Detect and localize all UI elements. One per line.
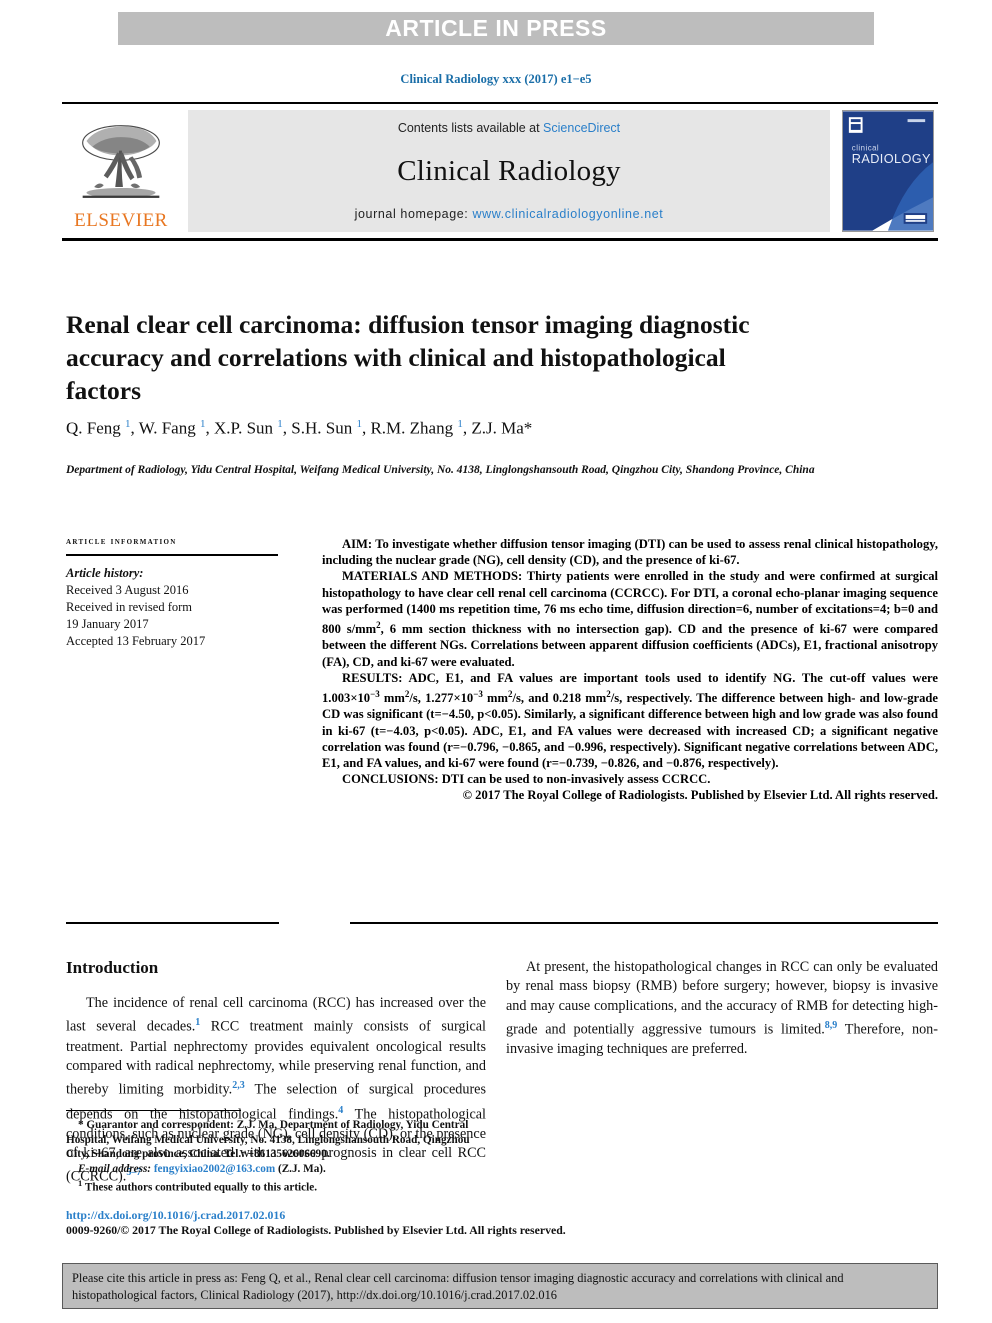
article-history-item: Received in revised form [66, 600, 192, 614]
journal-homepage-link[interactable]: www.clinicalradiologyonline.net [472, 207, 663, 221]
journal-cover-image: clinical RADIOLOGY [842, 110, 934, 232]
citation-notice-text: Please cite this article in press as: Fe… [72, 1271, 844, 1302]
homepage-prefix: journal homepage: [354, 207, 473, 221]
article-information-divider [66, 554, 278, 556]
footnote-divider [66, 1110, 241, 1111]
journal-masthead: ELSEVIER Contents lists available at Sci… [62, 102, 938, 241]
doi-block: http://dx.doi.org/10.1016/j.crad.2017.02… [66, 1208, 666, 1238]
sciencedirect-link[interactable]: ScienceDirect [543, 121, 620, 135]
abstract-materials-and-methods: MATERIALS AND METHODS: Thirty patients w… [322, 569, 939, 669]
elsevier-wordmark: ELSEVIER [74, 210, 168, 231]
issn-copyright-line: 0009-9260/© 2017 The Royal College of Ra… [66, 1223, 566, 1237]
article-history-item: 19 January 2017 [66, 617, 149, 631]
article-title: Renal clear cell carcinoma: diffusion te… [66, 310, 750, 406]
footnote-marker: 1 [78, 1178, 83, 1189]
journal-cover-thumbnail: clinical RADIOLOGY [838, 110, 938, 232]
column-divider-left [66, 922, 279, 924]
introduction-paragraph-2: At present, the histopathological change… [506, 959, 938, 1058]
running-head: Clinical Radiology xxx (2017) e1−e5 [400, 72, 592, 86]
article-in-press-label: ARTICLE IN PRESS [385, 15, 607, 41]
article-history-item: Received 3 August 2016 [66, 583, 189, 597]
masthead-center-panel: Contents lists available at ScienceDirec… [188, 110, 830, 232]
article-in-press-banner: ARTICLE IN PRESS [118, 12, 874, 45]
footnote-guarantor: * Guarantor and correspondent: Z.J. Ma, … [66, 1119, 470, 1161]
abstract-section: article information Article history: Rec… [66, 536, 938, 816]
column-divider-right [350, 922, 938, 924]
abstract-text-column: AIM: To investigate whether diffusion te… [314, 536, 938, 816]
article-information-heading: article information [66, 536, 177, 547]
journal-name: Clinical Radiology [397, 154, 621, 187]
article-history-label: Article history: [66, 566, 144, 580]
abstract-copyright: © 2017 The Royal College of Radiologists… [462, 788, 938, 803]
abstract-conclusions: CONCLUSIONS: DTI can be used to non-inva… [342, 772, 711, 787]
footnote-email: E-mail address: fengyixiao2002@163.com (… [66, 1162, 490, 1177]
doi-link[interactable]: http://dx.doi.org/10.1016/j.crad.2017.02… [66, 1208, 666, 1223]
author-list: Q. Feng 1, W. Fang 1, X.P. Sun 1, S.H. S… [66, 418, 533, 438]
footnotes-block: * Guarantor and correspondent: Z.J. Ma, … [66, 1118, 490, 1196]
footnote-equal-contribution: 1 These authors contributed equally to t… [66, 1176, 490, 1195]
footnote-email-label: E-mail address: [78, 1162, 152, 1175]
abstract-aim: AIM: To investigate whether diffusion te… [322, 537, 938, 568]
footnote-email-link[interactable]: fengyixiao2002@163.com [154, 1163, 275, 1175]
citation-notice-box: Please cite this article in press as: Fe… [62, 1263, 938, 1309]
introduction-heading: Introduction [66, 958, 159, 977]
elsevier-logo: ELSEVIER [62, 110, 180, 232]
contents-prefix: Contents lists available at [397, 121, 544, 135]
contents-line: Contents lists available at ScienceDirec… [398, 121, 620, 135]
elsevier-tree-icon [82, 125, 160, 198]
abstract-results: RESULTS: ADC, E1, and FA values are impo… [322, 670, 938, 771]
body-column-right: At present, the histopathological change… [506, 958, 938, 1060]
footnote-equal-contribution-text: These authors contributed equally to thi… [84, 1182, 317, 1195]
svg-text:RADIOLOGY: RADIOLOGY [852, 151, 931, 166]
article-information-column: article information Article history: Rec… [66, 536, 314, 816]
footnote-email-suffix: (Z.J. Ma). [277, 1162, 326, 1175]
author-affiliation: Department of Radiology, Yidu Central Ho… [66, 464, 815, 476]
article-history-item: Accepted 13 February 2017 [66, 634, 206, 648]
journal-homepage-line: journal homepage: www.clinicalradiologyo… [355, 207, 664, 221]
